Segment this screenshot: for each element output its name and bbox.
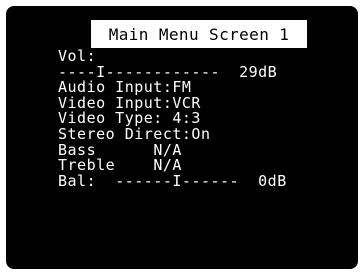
balance-bar: ------I------ — [115, 171, 240, 190]
menu-title-box: Main Menu Screen 1 — [91, 20, 307, 48]
balance-label: Bal: — [58, 171, 97, 190]
osd-screen: Main Menu Screen 1 Vol: ----I-----------… — [6, 6, 358, 269]
volume-value: 29dB — [239, 62, 278, 81]
balance-value: 0dB — [258, 171, 287, 190]
balance-item[interactable]: Bal: ------I------ 0dB — [58, 171, 287, 190]
menu-lines: Vol: ----I------------ 29dB Audio Input:… — [58, 48, 287, 190]
menu-title: Main Menu Screen 1 — [108, 24, 290, 44]
